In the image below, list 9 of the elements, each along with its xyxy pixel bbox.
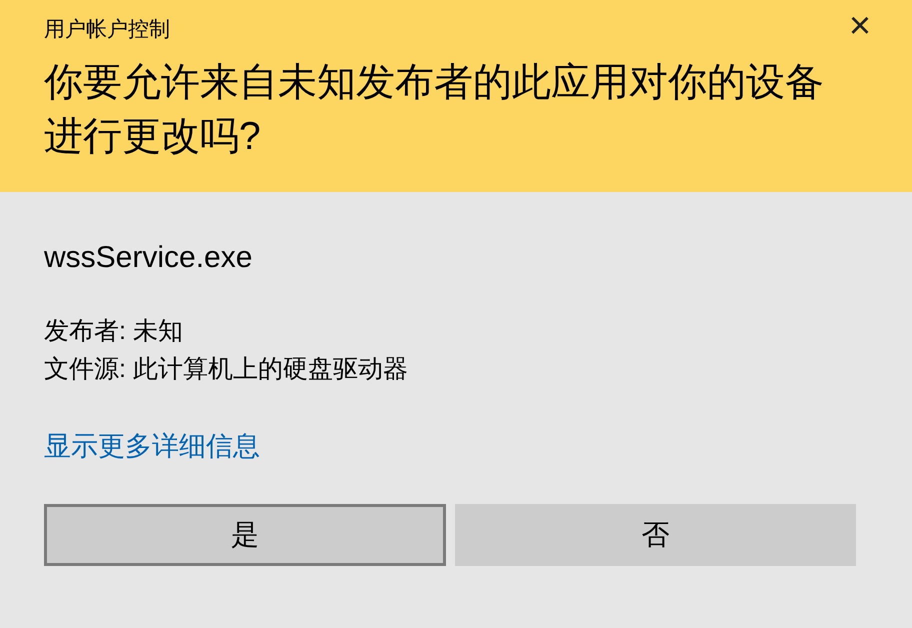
close-button[interactable]: × <box>842 8 878 44</box>
app-name: wssService.exe <box>44 240 254 276</box>
window-title: 用户帐户控制 <box>44 17 170 43</box>
detail-line: 文件源: 此计算机上的硬盘驱动器 <box>44 354 409 385</box>
more-details-link[interactable]: 显示更多详细信息 <box>44 426 260 466</box>
detail-line: 发布者: 未知 <box>44 316 184 347</box>
dialog-button[interactable]: 否 <box>454 504 856 566</box>
dialog-button[interactable]: 是 <box>44 504 446 566</box>
dialog-question: 你要允许来自未知发布者的此应用对你的设备进行更改吗? <box>44 60 825 160</box>
